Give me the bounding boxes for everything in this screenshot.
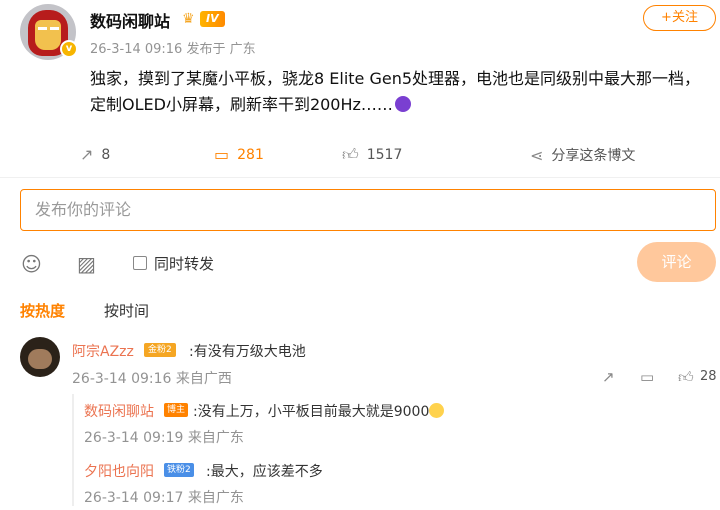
comment-button[interactable]: ▭ 281 (214, 145, 264, 164)
post-author[interactable]: 数码闲聊站 (90, 8, 170, 32)
comment-icon: ▭ (214, 145, 230, 164)
sort-by-time-tab[interactable]: 按时间 (104, 300, 149, 321)
dog-face (28, 349, 52, 369)
divider (0, 177, 720, 178)
fan-badge: 铁粉2 (164, 463, 194, 477)
share-icon: ⋖ (530, 145, 544, 165)
reply-user[interactable]: 夕阳也向阳 (84, 461, 154, 481)
comment-like-icon[interactable]: 👍︎ (678, 368, 694, 387)
emoji-picker-icon[interactable]: ☺ (21, 252, 42, 276)
submit-comment-button[interactable]: 评论 (637, 242, 716, 282)
reply-user[interactable]: 数码闲聊站 (84, 401, 154, 421)
sweat-emoji-icon (429, 403, 445, 418)
commenter-avatar[interactable] (20, 337, 60, 377)
commenter-name[interactable]: 阿宗AZzz (72, 341, 134, 361)
author-badge: 博主 (164, 403, 189, 417)
like-count: 1517 (366, 147, 403, 163)
repost-count: 8 (101, 146, 111, 163)
reply-text: :没有上万，小平板目前最大就是9000 (193, 401, 445, 421)
verified-icon: v (60, 40, 78, 58)
share-label: 分享这条博文 (551, 148, 636, 164)
reply-thread-line (72, 394, 74, 506)
level-badge: IV (200, 11, 225, 27)
follow-button[interactable]: +关注 (643, 5, 716, 31)
comment-count: 281 (237, 146, 264, 163)
devil-emoji-icon (394, 96, 411, 112)
comment-like-count: 28 (700, 369, 717, 384)
reply-text: :最大，应该差不多 (206, 464, 323, 480)
comment-time: 26-3-14 09:16 来自广西 (72, 371, 232, 387)
eye-left (38, 27, 47, 30)
sort-by-hot-tab[interactable]: 按热度 (20, 300, 65, 321)
post-meta: 26-3-14 09:16 发布于 广东 (90, 42, 256, 57)
repost-checkbox[interactable] (133, 256, 147, 270)
post-text: 独家，摸到了某魔小平板，骁龙8 Elite Gen5处理器，电池也是同级别中最大… (90, 69, 701, 114)
comment-reply-icon[interactable]: ▭ (640, 368, 654, 386)
comment-repost-icon[interactable]: ↗ (602, 368, 615, 386)
eye-right (50, 27, 59, 30)
comment-text: :有没有万级大电池 (189, 344, 306, 360)
repost-button[interactable]: ↗ 8 (80, 145, 110, 164)
comment-input[interactable]: 发布你的评论 (20, 189, 716, 231)
repost-checkbox-label[interactable]: 同时转发 (154, 253, 214, 274)
reply-time: 26-3-14 09:19 来自广东 (84, 430, 244, 446)
fan-badge: 金粉2 (144, 343, 176, 357)
repost-icon: ↗ (80, 145, 94, 164)
ironman-faceplate (35, 20, 61, 50)
thumbs-up-icon: 👍︎ (342, 145, 359, 164)
crown-icon: ♛ (182, 11, 195, 27)
share-button[interactable]: ⋖ 分享这条博文 (530, 145, 635, 165)
like-button[interactable]: 👍︎ 1517 (342, 145, 402, 165)
image-upload-icon[interactable]: ▨ (77, 252, 96, 276)
reply-time: 26-3-14 09:17 来自广东 (84, 490, 244, 506)
